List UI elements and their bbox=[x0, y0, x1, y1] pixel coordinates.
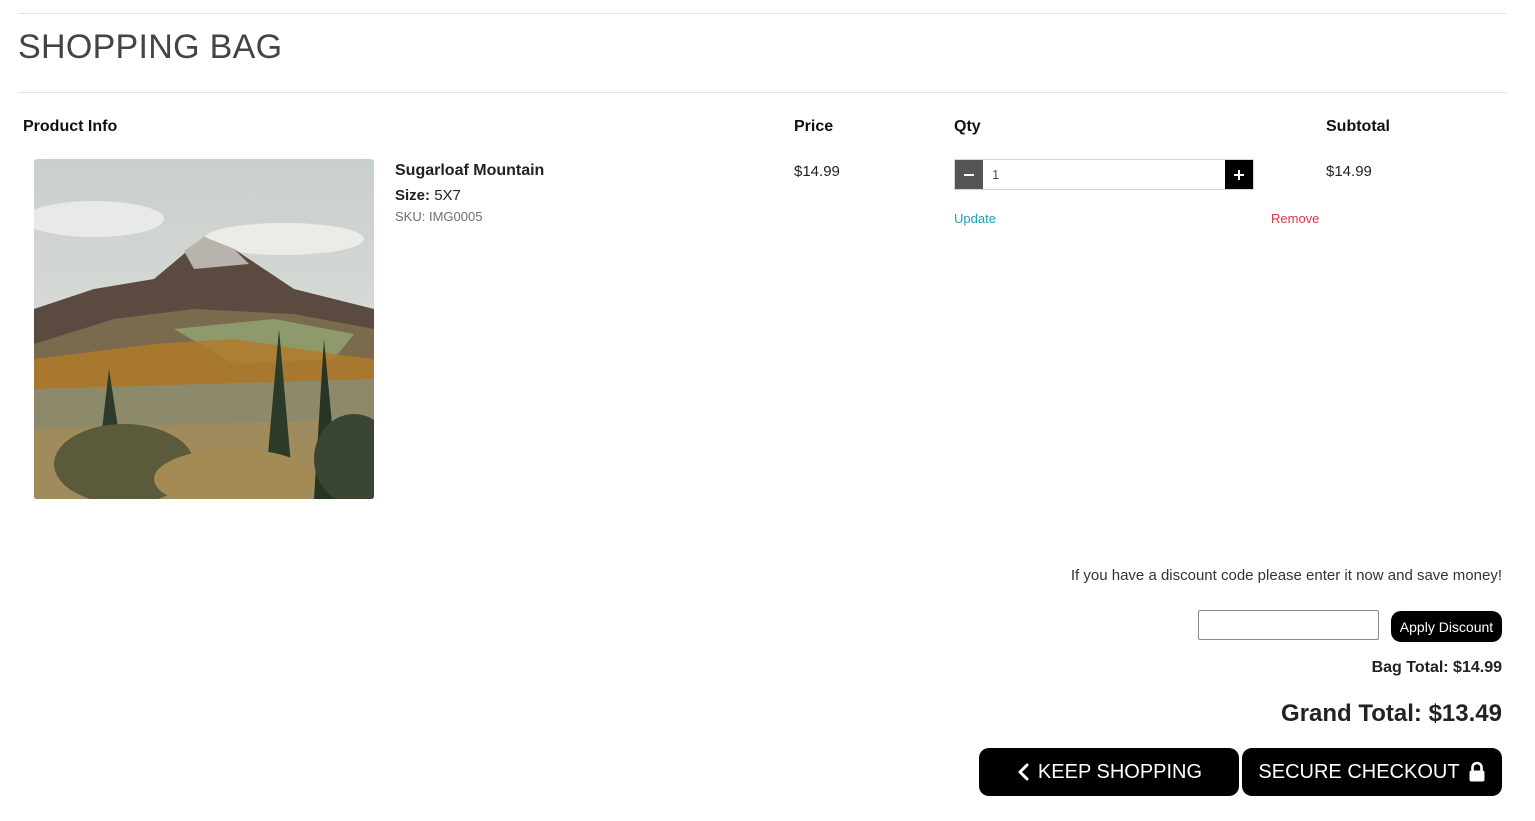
column-header-product-info: Product Info bbox=[23, 118, 118, 135]
minus-icon bbox=[963, 169, 975, 181]
header-divider bbox=[18, 92, 1507, 93]
discount-message: If you have a discount code please enter… bbox=[1070, 567, 1502, 584]
keep-shopping-button[interactable]: KEEP SHOPPING bbox=[979, 748, 1239, 796]
top-divider bbox=[18, 13, 1507, 14]
product-size: Size: 5X7 bbox=[395, 187, 461, 204]
product-subtotal: $14.99 bbox=[1326, 163, 1372, 180]
product-sku: SKU: IMG0005 bbox=[395, 209, 483, 224]
discount-code-input[interactable] bbox=[1198, 610, 1379, 640]
plus-icon bbox=[1233, 169, 1245, 181]
apply-discount-button[interactable]: Apply Discount bbox=[1391, 611, 1502, 642]
product-size-value: 5X7 bbox=[434, 187, 461, 204]
lock-icon bbox=[1468, 761, 1486, 783]
increment-qty-button[interactable] bbox=[1225, 160, 1253, 189]
product-image bbox=[34, 159, 374, 499]
page-title: SHOPPING BAG bbox=[18, 28, 283, 66]
product-size-label: Size: bbox=[395, 187, 431, 204]
remove-link[interactable]: Remove bbox=[1271, 211, 1319, 226]
keep-shopping-label: KEEP SHOPPING bbox=[1037, 760, 1203, 783]
product-name: Sugarloaf Mountain bbox=[395, 162, 545, 179]
quantity-input[interactable] bbox=[985, 160, 1223, 189]
bag-total: Bag Total: $14.99 bbox=[1371, 659, 1502, 676]
update-link[interactable]: Update bbox=[954, 211, 996, 226]
column-header-price: Price bbox=[794, 118, 834, 135]
product-price: $14.99 bbox=[794, 163, 840, 180]
secure-checkout-label: SECURE CHECKOUT bbox=[1258, 760, 1460, 783]
secure-checkout-button[interactable]: SECURE CHECKOUT bbox=[1242, 748, 1502, 796]
column-header-subtotal: Subtotal bbox=[1326, 118, 1390, 135]
chevron-left-icon bbox=[1016, 763, 1030, 781]
grand-total: Grand Total: $13.49 bbox=[1281, 700, 1502, 727]
decrement-qty-button[interactable] bbox=[955, 160, 983, 189]
quantity-stepper bbox=[954, 159, 1254, 190]
column-header-qty: Qty bbox=[954, 118, 981, 135]
